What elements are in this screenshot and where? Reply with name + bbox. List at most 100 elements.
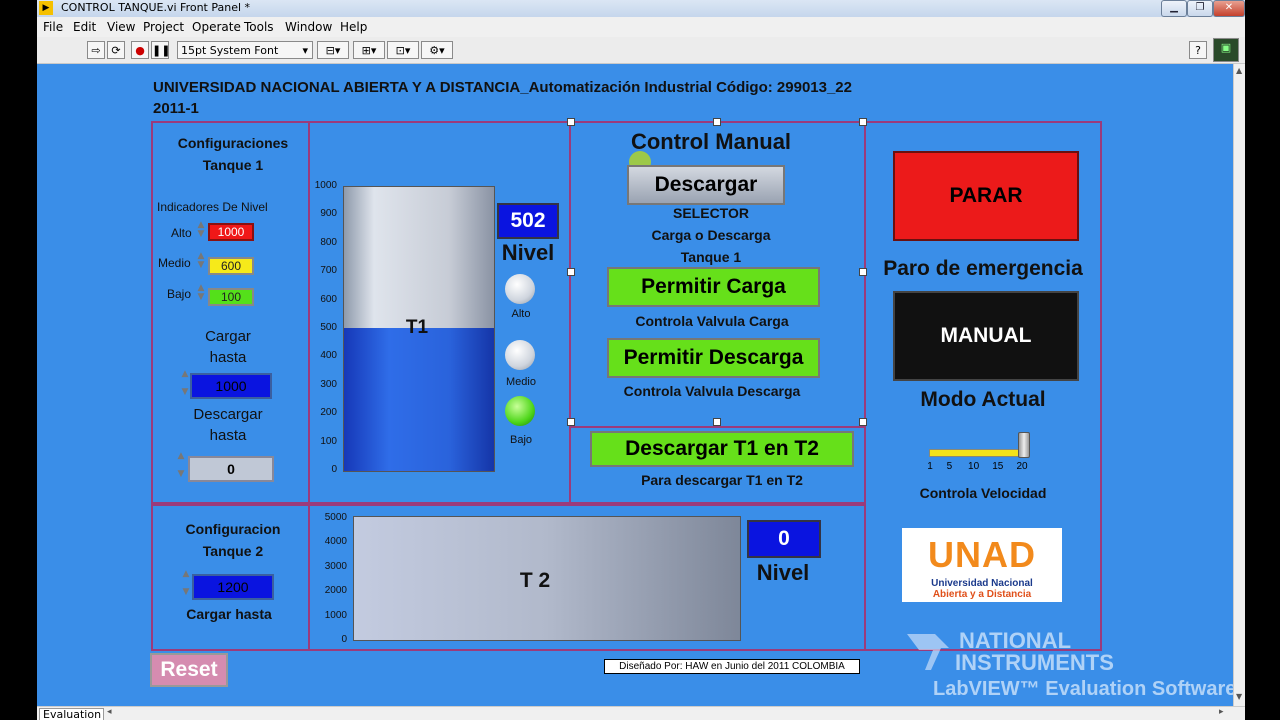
reset-button[interactable]: Reset	[150, 653, 228, 687]
medio-stepper-icon[interactable]: ▲ ▼	[195, 252, 207, 270]
slider-tick-label: 15	[992, 461, 1004, 472]
resize-objects-icon[interactable]: ⊡▾	[387, 41, 419, 59]
maximize-button[interactable]: ❐	[1187, 0, 1213, 17]
labview-app-icon: ▶	[39, 1, 53, 15]
menu-project[interactable]: Project	[143, 20, 184, 34]
led-bajo	[505, 396, 535, 426]
bajo-stepper-icon[interactable]: ▲ ▼	[195, 284, 207, 302]
permitir-descarga-button[interactable]: Permitir Descarga	[607, 338, 820, 378]
tank2-config-subtitle: Tanque 2	[202, 543, 264, 559]
tank1-config-title: Configuraciones	[177, 135, 289, 151]
ni-watermark-line2: INSTRUMENTS	[955, 650, 1114, 675]
run-continuously-icon[interactable]: ⟳	[107, 41, 125, 59]
led-medio	[505, 340, 535, 370]
cargar-hasta-label-1: Cargar	[205, 328, 251, 345]
tank1-config-frame	[151, 121, 310, 504]
scroll-down-icon[interactable]: ▼	[1236, 692, 1242, 701]
alto-label: Alto	[171, 226, 192, 240]
menu-operate[interactable]: Operate	[192, 20, 241, 34]
status-bar: Evaluation ◂ ▸	[37, 706, 1245, 720]
scroll-up-icon[interactable]: ▲	[1236, 66, 1242, 75]
evaluation-tab[interactable]: Evaluation	[39, 708, 104, 720]
minimize-button[interactable]: ▁	[1161, 0, 1187, 17]
permitir-carga-button[interactable]: Permitir Carga	[607, 267, 820, 307]
descargar-hasta-label-2: hasta	[209, 427, 247, 444]
selector-tank: Tanque 1	[680, 249, 742, 265]
vi-icon[interactable]: ▣	[1213, 38, 1239, 62]
menu-file[interactable]: File	[43, 20, 63, 34]
menu-tools[interactable]: Tools	[244, 20, 274, 34]
tank1-tick-label: 700	[320, 265, 337, 277]
manual-mode-button[interactable]: MANUAL	[893, 291, 1079, 381]
front-panel: UNIVERSIDAD NACIONAL ABIERTA Y A DISTANC…	[37, 64, 1233, 706]
parar-button[interactable]: PARAR	[893, 151, 1079, 241]
tank1-tick-label: 800	[320, 236, 337, 248]
slider-track	[929, 449, 1025, 457]
align-objects-icon[interactable]: ⊟▾	[317, 41, 349, 59]
unad-logo-text: UNAD	[928, 534, 1036, 575]
bajo-label: Bajo	[167, 287, 192, 301]
selection-handle[interactable]	[713, 418, 721, 426]
scroll-right-icon[interactable]: ▸	[1219, 707, 1224, 717]
menu-window[interactable]: Window	[285, 20, 332, 34]
run-arrow-icon[interactable]: ⇨	[87, 41, 105, 59]
reorder-icon[interactable]: ⚙▾	[421, 41, 453, 59]
tank2-tick-label: 4000	[324, 536, 347, 548]
abort-icon[interactable]: ●	[131, 41, 149, 59]
bajo-input[interactable]: 100	[208, 288, 254, 306]
credits-label: Diseñado Por: HAW en Junio del 2011 COLO…	[604, 659, 860, 674]
toolbar: ⇨ ⟳ ● ❚❚ 15pt System Font ▾ ⊟▾ ⊞▾ ⊡▾ ⚙▾ ?…	[37, 37, 1245, 64]
slider-tick-label: 10	[968, 461, 980, 472]
selection-handle[interactable]	[567, 118, 575, 126]
font-selector[interactable]: 15pt System Font ▾	[177, 41, 313, 59]
header-period: 2011-1	[153, 100, 199, 117]
menu-view[interactable]: View	[107, 20, 135, 34]
pause-icon[interactable]: ❚❚	[151, 41, 170, 59]
tank1-tick-label: 500	[320, 322, 337, 333]
slider-thumb[interactable]	[1018, 432, 1030, 458]
descargar-button[interactable]: Descargar	[627, 165, 785, 205]
tank1-config-subtitle: Tanque 1	[202, 157, 264, 173]
descargar-hasta-input[interactable]: 0	[188, 456, 274, 482]
vertical-scrollbar[interactable]: ▲ ▼	[1233, 64, 1245, 706]
menu-edit[interactable]: Edit	[73, 20, 96, 34]
tank1-tick-label: 600	[320, 293, 337, 305]
selection-handle[interactable]	[859, 268, 867, 276]
medio-input[interactable]: 600	[208, 257, 254, 275]
tank1-level-display: 502	[497, 203, 559, 239]
selection-handle[interactable]	[713, 118, 721, 126]
tank1-fill	[344, 328, 494, 471]
slider-tick-label: 1	[927, 461, 933, 472]
tank2-config-title: Configuracion	[185, 521, 281, 537]
led-bajo-label: Bajo	[509, 434, 533, 446]
descargar-t1-en-t2-button[interactable]: Descargar T1 en T2	[590, 431, 854, 467]
cargar-hasta-input[interactable]: 1000	[190, 373, 272, 399]
alto-stepper-icon[interactable]: ▲ ▼	[195, 221, 207, 239]
selection-handle[interactable]	[859, 118, 867, 126]
title-bar: ▶ CONTROL TANQUE.vi Front Panel * ▁ ❐ ✕	[37, 0, 1245, 17]
velocity-slider[interactable]: 1 5 10 15 20	[927, 432, 1031, 472]
selection-handle[interactable]	[567, 268, 575, 276]
close-button[interactable]: ✕	[1213, 0, 1245, 17]
selector-caption: Carga o Descarga	[651, 227, 771, 243]
descargar-stepper-icon[interactable]: ▲ ▼	[175, 452, 187, 479]
modo-actual-caption: Modo Actual	[920, 388, 1046, 411]
alto-input[interactable]: 1000	[208, 223, 254, 241]
distribute-objects-icon[interactable]: ⊞▾	[353, 41, 385, 59]
tank2-stepper-icon[interactable]: ▲ ▼	[180, 570, 192, 597]
help-icon[interactable]: ?	[1189, 41, 1207, 59]
header-title: UNIVERSIDAD NACIONAL ABIERTA Y A DISTANC…	[153, 79, 852, 96]
tank2-tick-label: 3000	[324, 560, 347, 572]
scroll-left-icon[interactable]: ◂	[107, 707, 112, 717]
tank2-cargar-input[interactable]: 1200	[192, 574, 274, 600]
menu-help[interactable]: Help	[340, 20, 367, 34]
selection-handle[interactable]	[859, 418, 867, 426]
medio-label: Medio	[158, 256, 191, 270]
tank1-tick-label: 100	[320, 435, 337, 447]
tank1-tick-label: 200	[320, 407, 337, 419]
level-indicators-label: Indicadores De Nivel	[157, 200, 268, 214]
tank1-tick-label: 300	[320, 378, 337, 390]
selection-handle[interactable]	[567, 418, 575, 426]
led-alto	[505, 274, 535, 304]
window-title: CONTROL TANQUE.vi Front Panel *	[61, 1, 251, 14]
